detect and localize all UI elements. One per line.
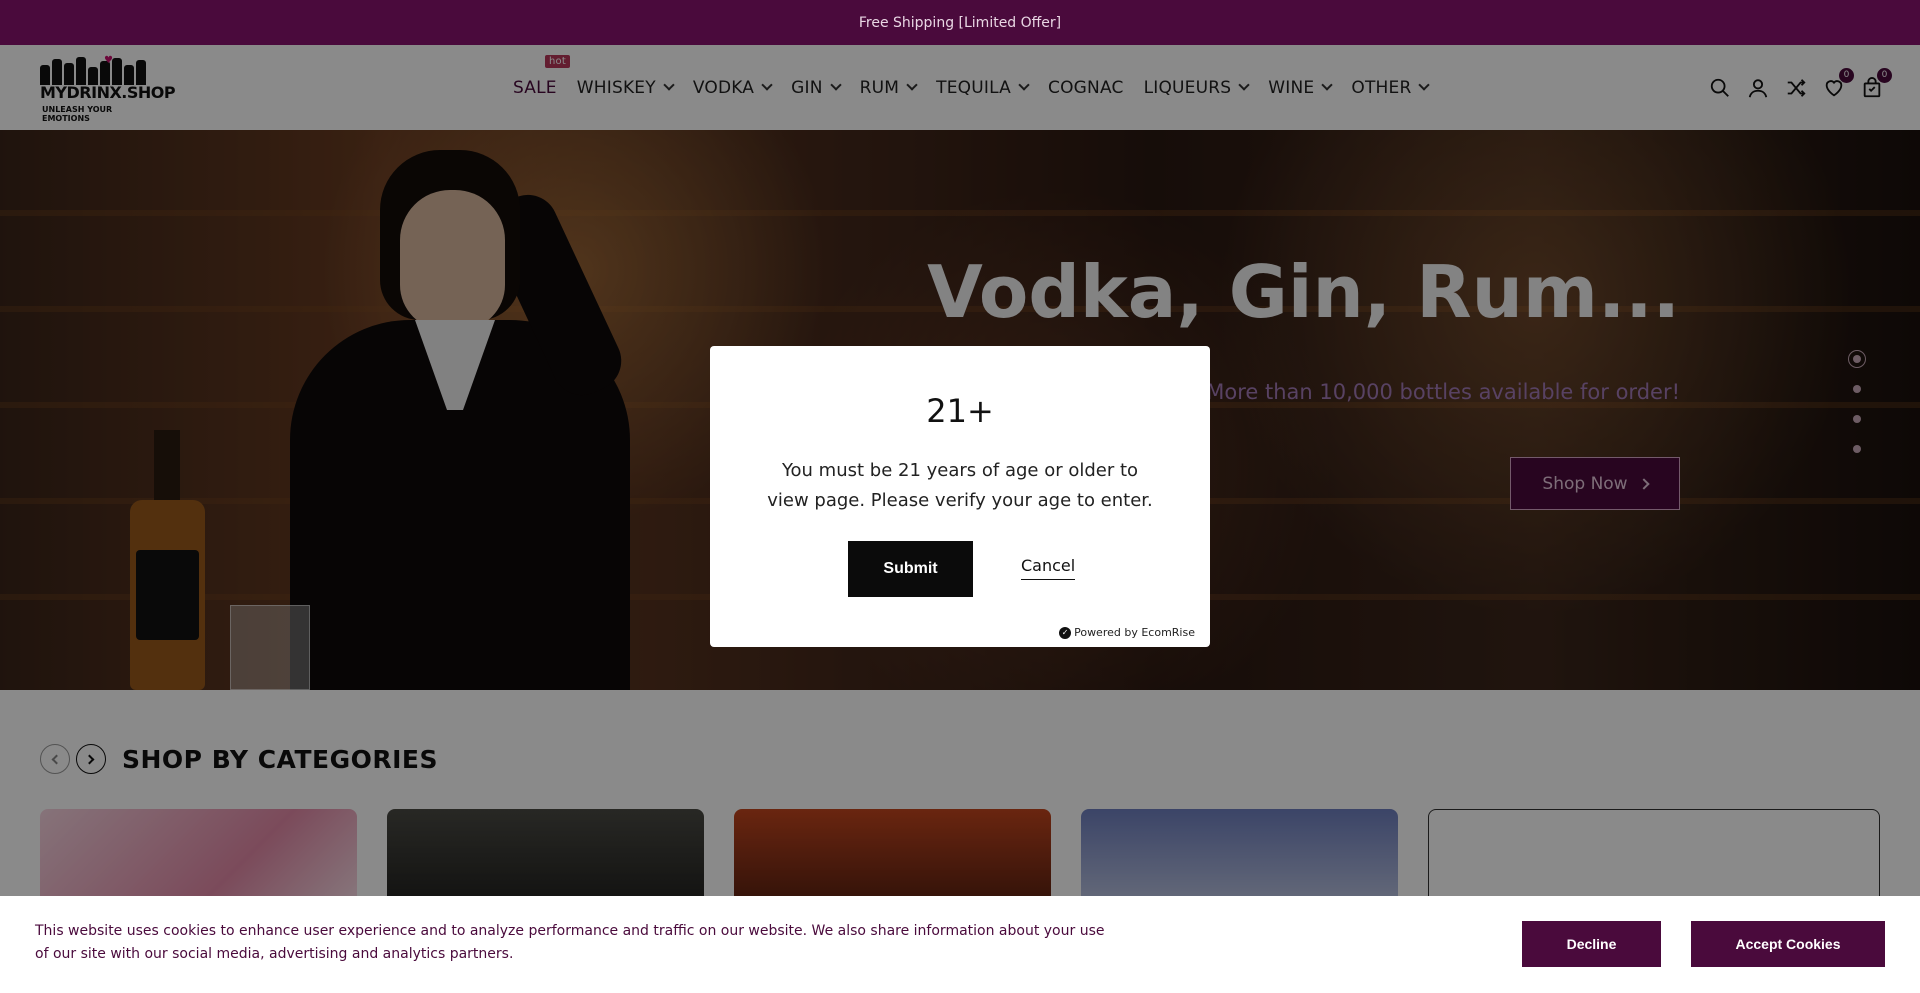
powered-by-text: Powered by EcomRise — [1074, 626, 1195, 639]
cancel-link[interactable]: Cancel — [1021, 556, 1076, 580]
powered-by[interactable]: ✓ Powered by EcomRise — [1059, 626, 1195, 639]
announcement-text: Free Shipping [Limited Offer] — [858, 14, 1062, 31]
decline-button[interactable]: Decline — [1522, 921, 1661, 967]
modal-title: 21+ — [926, 392, 994, 430]
check-circle-icon: ✓ — [1059, 626, 1072, 639]
accept-cookies-button[interactable]: Accept Cookies — [1691, 921, 1885, 967]
cookie-text: This website uses cookies to enhance use… — [35, 923, 1105, 962]
announcement-bar: Free Shipping [Limited Offer] — [0, 0, 1920, 45]
cookie-banner: This website uses cookies to enhance use… — [0, 896, 1920, 993]
modal-message: You must be 21 years of age or older to … — [767, 460, 1153, 511]
submit-button[interactable]: Submit — [848, 541, 973, 597]
age-verification-modal: 21+ You must be 21 years of age or older… — [710, 346, 1210, 647]
